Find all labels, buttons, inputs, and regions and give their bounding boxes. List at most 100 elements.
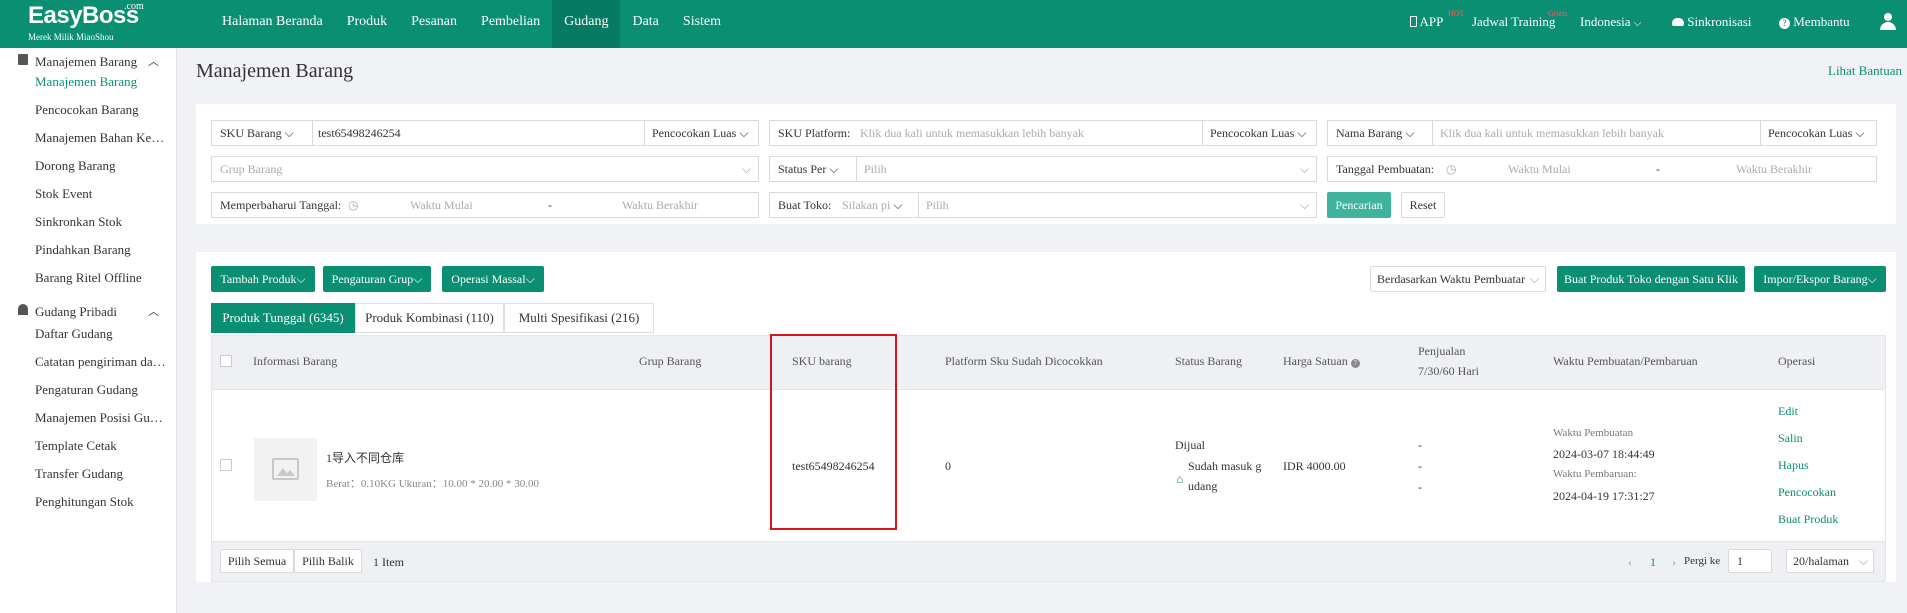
add-product-button[interactable]: Tambah Produk⌵ [211,266,315,292]
header-created-updated-time: Waktu Pembuatan/Pembaruan [1553,354,1698,368]
sidebar-item-move-product[interactable]: Pindahkan Barang [35,242,167,258]
select-all-button[interactable]: Pilih Semua [220,549,294,573]
sidebar-item-location-management[interactable]: Manajemen Posisi Gu… [35,410,167,426]
nav-data[interactable]: Data [620,0,670,48]
nav-system[interactable]: Sistem [671,0,733,48]
logo-com: .com [124,1,144,12]
status-in-warehouse: Sudah masuk g [1188,459,1262,473]
current-page[interactable]: 1 [1650,555,1656,570]
sku-match-select[interactable]: Pencocokan Luas ⌵ [652,126,748,141]
chevron-left-icon[interactable]: ‹ [1628,555,1632,570]
page-size-select[interactable]: 20/halaman ⌵ [1786,549,1874,573]
group-settings-button[interactable]: Pengaturan Grup⌵ [323,266,431,292]
goto-page-input[interactable]: 1 [1728,549,1772,573]
sidebar-item-shipping-records[interactable]: Catatan pengiriman da… [35,354,167,370]
nav-home[interactable]: Halaman Beranda [210,0,335,48]
sidebar-item-offline-retail[interactable]: Barang Ritel Offline [35,270,167,286]
chevron-right-icon[interactable]: › [1672,555,1676,570]
sidebar-item-print-template[interactable]: Template Cetak [35,438,167,454]
platform-matched-count: 0 [945,459,951,473]
status-type-select[interactable]: Status Per ⌵ [778,162,838,177]
chevron-down-icon: ⌵ [742,162,752,176]
shop-platform-select[interactable]: Silakan pi ⌵ [842,198,902,213]
divider [856,157,857,181]
sku-highlight-box [770,334,897,530]
sidebar-item-stock-event[interactable]: Stok Event [35,186,167,202]
copy-link[interactable]: Salin [1778,431,1803,446]
product-image-placeholder[interactable] [254,438,317,501]
sidebar-item-warehouse-transfer[interactable]: Transfer Gudang [35,466,167,482]
product-name-input[interactable]: Klik dua kali untuk memasukkan lebih ban… [1440,126,1664,141]
reset-button[interactable]: Reset [1401,192,1445,218]
divider [918,193,919,217]
app-link[interactable]: APP HOT [1410,9,1464,30]
help-link[interactable]: ? Membantu [1779,14,1850,30]
select-all-checkbox[interactable] [220,355,232,367]
sidebar-item-product-management[interactable]: Manajemen Barang [35,74,167,90]
status-in-warehouse-wrap: udang [1188,479,1218,493]
view-help-link[interactable]: Lihat Bantuan [1828,63,1902,79]
sidebar-item-warehouse-list[interactable]: Daftar Gudang [35,326,167,342]
one-click-create-button[interactable]: Buat Produk Toko dengan Satu Klik [1557,266,1745,292]
name-type-label: Nama Barang [1336,126,1403,140]
search-button[interactable]: Pencarian [1327,192,1391,218]
updated-date-filter: Memperbaharui Tanggal: ◷ Waktu Mulai - W… [211,192,759,218]
name-match-select[interactable]: Pencocokan Luas ⌵ [1768,126,1864,141]
platform-sku-input[interactable]: Klik dua kali untuk memasukkan lebih ban… [860,126,1084,141]
name-type-select[interactable]: Nama Barang ⌵ [1336,126,1414,141]
tab-combo-product[interactable]: Produk Kombinasi (110) [355,303,504,333]
sidebar-item-push-product[interactable]: Dorong Barang [35,158,167,174]
sidebar-item-warehouse-settings[interactable]: Pengaturan Gudang [35,382,167,398]
question-icon[interactable]: ? [1350,359,1360,368]
invert-selection-button[interactable]: Pilih Balik [294,549,362,573]
sidebar-item-material-management[interactable]: Manajemen Bahan Ke… [35,130,167,146]
mass-operation-label: Operasi Massal [451,272,526,286]
training-link[interactable]: Jadwal Training Gratis [1472,9,1568,30]
language-select[interactable]: Indonesia ⌵ [1580,14,1641,30]
platform-match-select[interactable]: Pencocokan Luas ⌵ [1210,126,1306,141]
row-checkbox[interactable] [220,459,232,471]
import-export-button[interactable]: Impor/Ekspor Barang⌵ [1754,266,1886,292]
created-end-input[interactable]: Waktu Berakhir [1736,162,1812,177]
updated-start-input[interactable]: Waktu Mulai [410,198,473,213]
sidebar-group-product-management[interactable]: Manajemen Barang ︿ [0,48,176,74]
sort-select[interactable]: Berdasarkan Waktu Pembuatar ⌵ [1370,266,1546,292]
product-group-select[interactable]: Grup Barang ⌵ [211,156,759,182]
match-link[interactable]: Pencocokan [1778,485,1836,500]
user-avatar-icon[interactable] [1880,13,1896,31]
group-placeholder: Grup Barang [220,162,283,176]
tab-multi-spec[interactable]: Multi Spesifikasi (216) [504,303,654,333]
nav-orders[interactable]: Pesanan [399,0,469,48]
chevron-down-icon: ⌵ [1858,554,1868,568]
created-date-filter: Tanggal Pembuatan: ◷ Waktu Mulai - Waktu… [1327,156,1877,182]
edit-link[interactable]: Edit [1778,404,1798,419]
shop-select[interactable]: Pilih [926,198,949,213]
training-label: Jadwal Training [1472,14,1556,29]
easyboss-logo[interactable]: EasyBoss .com Merek Milik MiaoShou [28,1,158,46]
divider [644,121,645,145]
sidebar-item-sync-stock[interactable]: Sinkronkan Stok [35,214,167,230]
nav-purchases[interactable]: Pembelian [469,0,552,48]
page-title: Manajemen Barang [196,60,354,82]
product-spec: Berat：0.10KG Ukuran：10.00 * 20.00 * 30.0… [326,478,539,490]
nav-warehouse[interactable]: Gudang [552,0,621,48]
created-start-input[interactable]: Waktu Mulai [1508,162,1571,177]
logo-subtitle: Merek Milik MiaoShou [28,32,114,42]
sidebar-item-stock-count[interactable]: Penghitungan Stok [35,494,167,510]
create-product-link[interactable]: Buat Produk [1778,512,1838,527]
delete-link[interactable]: Hapus [1778,458,1809,473]
product-name-link[interactable]: 1导入不同仓库 [326,449,404,466]
status-select[interactable]: Pilih [864,162,887,177]
sku-type-select[interactable]: SKU Barang ⌵ [220,126,294,141]
sidebar-group-private-warehouse[interactable]: Gudang Pribadi ︿ [0,298,176,324]
mass-operation-button[interactable]: Operasi Massal⌵ [442,266,544,292]
sku-input[interactable]: test65498246254 [318,126,638,141]
header-status: Status Barang [1175,354,1242,368]
sync-button[interactable]: Sinkronisasi [1672,14,1752,30]
updated-end-input[interactable]: Waktu Berakhir [622,198,698,213]
nav-products[interactable]: Produk [335,0,399,48]
divider [1432,121,1433,145]
tab-single-product[interactable]: Produk Tunggal (6345) [211,303,355,333]
sidebar-item-product-matching[interactable]: Pencocokan Barang [35,102,167,118]
header-operations: Operasi [1778,354,1816,368]
